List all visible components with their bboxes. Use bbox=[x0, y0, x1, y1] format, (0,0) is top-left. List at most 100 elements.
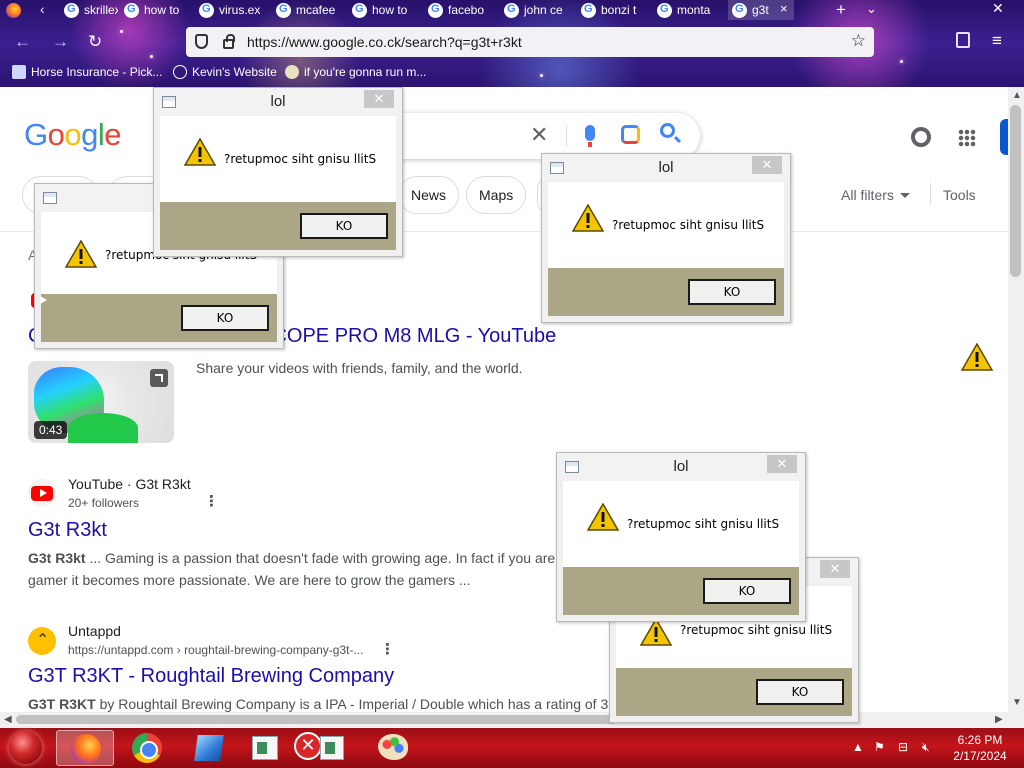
scroll-right-arrow-icon[interactable]: ▶ bbox=[995, 714, 1003, 725]
google-apps-grid-icon[interactable] bbox=[958, 129, 976, 147]
show-hidden-icons-icon[interactable]: ▲ bbox=[852, 740, 864, 754]
clear-search-icon[interactable]: ✕ bbox=[530, 122, 548, 148]
dialog-footer: KO bbox=[548, 268, 784, 316]
all-filters-dropdown[interactable]: All filters bbox=[841, 187, 910, 203]
google-favicon-icon bbox=[581, 2, 596, 18]
tab-label: how to bbox=[144, 3, 180, 17]
bookmark-favicon-icon bbox=[12, 65, 26, 79]
ko-button[interactable]: KO bbox=[181, 305, 269, 331]
youtube-favicon-icon bbox=[28, 479, 56, 507]
google-favicon-icon bbox=[428, 2, 443, 18]
tab-4[interactable]: mcafee bbox=[272, 0, 342, 20]
browser-chrome: ‹ skrillex how to virus.ex mcafee how to… bbox=[0, 0, 1024, 87]
google-favicon-icon bbox=[732, 2, 747, 18]
forward-arrow-icon[interactable]: → bbox=[52, 32, 69, 52]
more-options-icon[interactable]: ⋮ bbox=[204, 492, 219, 510]
google-lens-icon[interactable] bbox=[621, 125, 640, 144]
lock-icon[interactable] bbox=[223, 34, 235, 49]
google-favicon-icon bbox=[64, 2, 79, 18]
extensions-icon[interactable] bbox=[956, 32, 970, 48]
dialog-title-bar[interactable]: lol ✕ bbox=[542, 154, 790, 181]
dialog-title-bar[interactable]: lol ✕ bbox=[557, 453, 805, 480]
dialog-close-icon[interactable]: ✕ bbox=[364, 90, 394, 108]
tab-2[interactable]: how to bbox=[120, 0, 190, 20]
tools-button[interactable]: Tools bbox=[943, 187, 976, 203]
ko-button[interactable]: KO bbox=[688, 279, 776, 305]
tab-1[interactable]: skrillex bbox=[60, 0, 118, 20]
tab-close-icon[interactable]: × bbox=[780, 1, 788, 16]
tab-9[interactable]: monta bbox=[653, 0, 721, 20]
dialog-close-icon[interactable]: ✕ bbox=[767, 455, 797, 473]
more-options-icon[interactable]: ⋮ bbox=[380, 640, 395, 658]
tab-7[interactable]: john ce bbox=[500, 0, 570, 20]
new-tab-icon[interactable]: + bbox=[836, 0, 846, 20]
back-arrow-icon[interactable]: ← bbox=[14, 32, 31, 52]
tab-label: virus.ex bbox=[219, 3, 261, 17]
start-button[interactable] bbox=[9, 731, 42, 764]
tracking-shield-icon[interactable] bbox=[195, 34, 208, 49]
volume-muted-icon[interactable]: 🔇︎ bbox=[922, 740, 930, 755]
result-site-name[interactable]: Untappd bbox=[68, 623, 121, 639]
system-clock[interactable]: 6:26 PM 2/17/2024 bbox=[940, 732, 1020, 764]
warning-icon bbox=[572, 204, 604, 232]
tab-scroll-left-icon[interactable]: ‹ bbox=[40, 1, 45, 17]
taskbar-chrome[interactable] bbox=[118, 730, 176, 766]
horizontal-scrollbar-thumb[interactable] bbox=[16, 715, 616, 724]
ko-button[interactable]: KO bbox=[703, 578, 791, 604]
scroll-up-arrow-icon[interactable]: ▲ bbox=[1012, 90, 1022, 101]
scroll-left-arrow-icon[interactable]: ◀ bbox=[4, 714, 12, 725]
tab-label: facebo bbox=[448, 3, 485, 17]
tab-8[interactable]: bonzi t bbox=[577, 0, 647, 20]
taskbar-firefox[interactable] bbox=[56, 730, 114, 766]
bookmark-if-youre-gonna-run[interactable]: if you're gonna run m... bbox=[285, 65, 426, 79]
dialog-close-icon[interactable]: ✕ bbox=[820, 560, 850, 578]
scroll-down-arrow-icon[interactable]: ▼ bbox=[1012, 697, 1022, 708]
tab-3[interactable]: virus.ex bbox=[195, 0, 265, 20]
reload-icon[interactable]: ↻ bbox=[88, 32, 102, 52]
result-title-roughtail[interactable]: G3T R3KT - Roughtail Brewing Company bbox=[28, 665, 394, 688]
ko-button[interactable]: KO bbox=[756, 679, 844, 705]
taskbar-cube-app[interactable] bbox=[180, 730, 238, 766]
dialog-close-icon[interactable]: ✕ bbox=[752, 156, 782, 174]
bookmark-star-icon[interactable]: ☆ bbox=[851, 31, 866, 51]
microphone-icon[interactable] bbox=[585, 125, 595, 147]
taskbar-error-app[interactable]: ✕ bbox=[290, 730, 348, 766]
search-icon[interactable] bbox=[660, 123, 675, 138]
hamburger-menu-icon[interactable]: ≡ bbox=[992, 31, 1002, 51]
result-site-name[interactable]: YouTube · G3t R3kt bbox=[68, 476, 191, 492]
dialog-message: ?retupmoc siht gnisu llitS bbox=[680, 623, 833, 637]
google-logo[interactable]: Google bbox=[24, 117, 122, 153]
result-url[interactable]: https://untappd.com › roughtail-brewing-… bbox=[68, 643, 363, 657]
network-icon[interactable]: ⊟ bbox=[898, 740, 908, 754]
result-title-g3t-r3kt[interactable]: G3t R3kt bbox=[28, 519, 107, 542]
settings-gear-icon[interactable] bbox=[911, 127, 931, 147]
tab-6[interactable]: facebo bbox=[424, 0, 494, 20]
chip-news[interactable]: News bbox=[398, 176, 460, 214]
url-text[interactable]: https://www.google.co.ck/search?q=g3t+r3… bbox=[247, 34, 522, 50]
expand-icon[interactable] bbox=[150, 369, 168, 387]
action-center-flag-icon[interactable]: ⚑ bbox=[874, 740, 885, 754]
window-close-icon[interactable]: ✕ bbox=[992, 0, 1004, 17]
taskbar-paint[interactable] bbox=[364, 730, 422, 766]
tab-label: g3t bbox=[752, 3, 769, 17]
clock-time: 6:26 PM bbox=[957, 733, 1003, 747]
dialog-title-bar[interactable]: lol ✕ bbox=[154, 88, 402, 115]
sign-in-button[interactable] bbox=[1000, 119, 1008, 155]
tab-strip: ‹ skrillex how to virus.ex mcafee how to… bbox=[0, 0, 1024, 22]
tab-5[interactable]: how to bbox=[348, 0, 418, 20]
tab-list-chevron-icon[interactable]: ⌄ bbox=[866, 1, 877, 17]
vertical-scrollbar-thumb[interactable] bbox=[1010, 105, 1021, 277]
address-bar[interactable]: https://www.google.co.ck/search?q=g3t+r3… bbox=[186, 27, 874, 57]
bookmark-kevins-website[interactable]: Kevin's Website bbox=[173, 65, 277, 79]
chip-maps[interactable]: Maps bbox=[466, 176, 527, 214]
video-duration-badge: 0:43 bbox=[34, 421, 68, 439]
video-thumbnail[interactable]: 0:43 bbox=[28, 361, 174, 443]
ko-button[interactable]: KO bbox=[300, 213, 388, 239]
error-x-icon: ✕ bbox=[294, 732, 322, 760]
tab-label: skrillex bbox=[84, 3, 118, 17]
bookmark-horse-insurance[interactable]: Horse Insurance - Pick... bbox=[12, 65, 162, 79]
taskbar-document-app[interactable] bbox=[236, 730, 294, 766]
firefox-icon[interactable] bbox=[6, 3, 21, 18]
rainbow-frog-image bbox=[68, 413, 138, 443]
chrome-icon bbox=[132, 733, 162, 763]
